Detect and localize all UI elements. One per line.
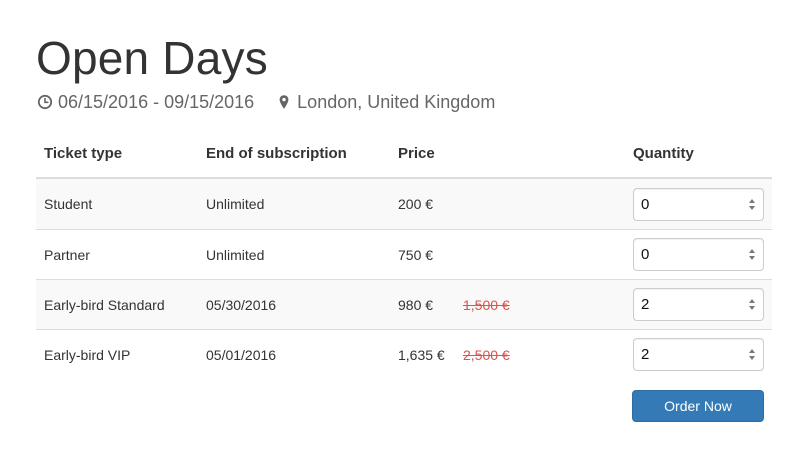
quantity-select[interactable]: 0 [633,187,764,221]
clock-icon [37,94,53,110]
quantity-select[interactable]: 0 [633,238,764,271]
tickets-table: Ticket type End of subscription Price Qu… [36,130,772,379]
up-down-arrows-icon [747,198,757,211]
quantity-value: 0 [641,246,650,263]
event-title: Open Days [36,32,268,84]
ticket-type: Early-bird VIP [44,346,131,363]
ticket-price: 980 € [398,296,434,313]
ticket-type: Student [44,196,93,212]
ticket-type: Partner [44,246,90,263]
end-of-subscription: 05/30/2016 [206,296,277,313]
ticket-price: 750 € [398,246,434,263]
table-header: Ticket type End of subscription Price Qu… [36,130,772,179]
up-down-arrows-icon [747,248,757,261]
table-row: Early-bird Standard 05/30/2016 980 € 1,5… [36,279,772,329]
header-quantity: Quantity [633,145,694,162]
header-end-of-subscription: End of subscription [206,145,347,162]
header-price: Price [398,145,435,162]
event-dates-text: 06/15/2016 - 09/15/2016 [58,92,255,112]
event-location: London, United Kingdom [276,91,495,113]
original-price: 2,500 € [463,346,510,363]
table-row: Early-bird VIP 05/01/2016 1,635 € 2,500 … [36,329,772,379]
quantity-select[interactable]: 2 [633,338,764,371]
table-row: Student Unlimited 200 € 0 [36,179,772,229]
original-price: 1,500 € [463,296,510,313]
up-down-arrows-icon [747,348,757,361]
up-down-arrows-icon [747,298,757,311]
event-meta: 06/15/2016 - 09/15/2016 London, United K… [37,91,495,113]
end-of-subscription: Unlimited [206,196,265,212]
ticket-type: Early-bird Standard [44,296,165,313]
table-row: Partner Unlimited 750 € 0 [36,229,772,279]
quantity-value: 2 [641,296,650,313]
end-of-subscription: 05/01/2016 [206,346,277,363]
header-ticket-type: Ticket type [44,145,123,162]
quantity-value: 0 [641,195,650,213]
quantity-select[interactable]: 2 [633,288,764,321]
map-marker-icon [276,94,292,110]
event-dates: 06/15/2016 - 09/15/2016 [37,91,254,113]
ticket-price: 200 € [398,196,434,212]
quantity-value: 2 [641,346,650,363]
ticket-price: 1,635 € [398,346,445,363]
end-of-subscription: Unlimited [206,246,265,263]
order-now-button[interactable]: Order Now [632,390,764,422]
event-location-text: London, United Kingdom [297,92,496,112]
